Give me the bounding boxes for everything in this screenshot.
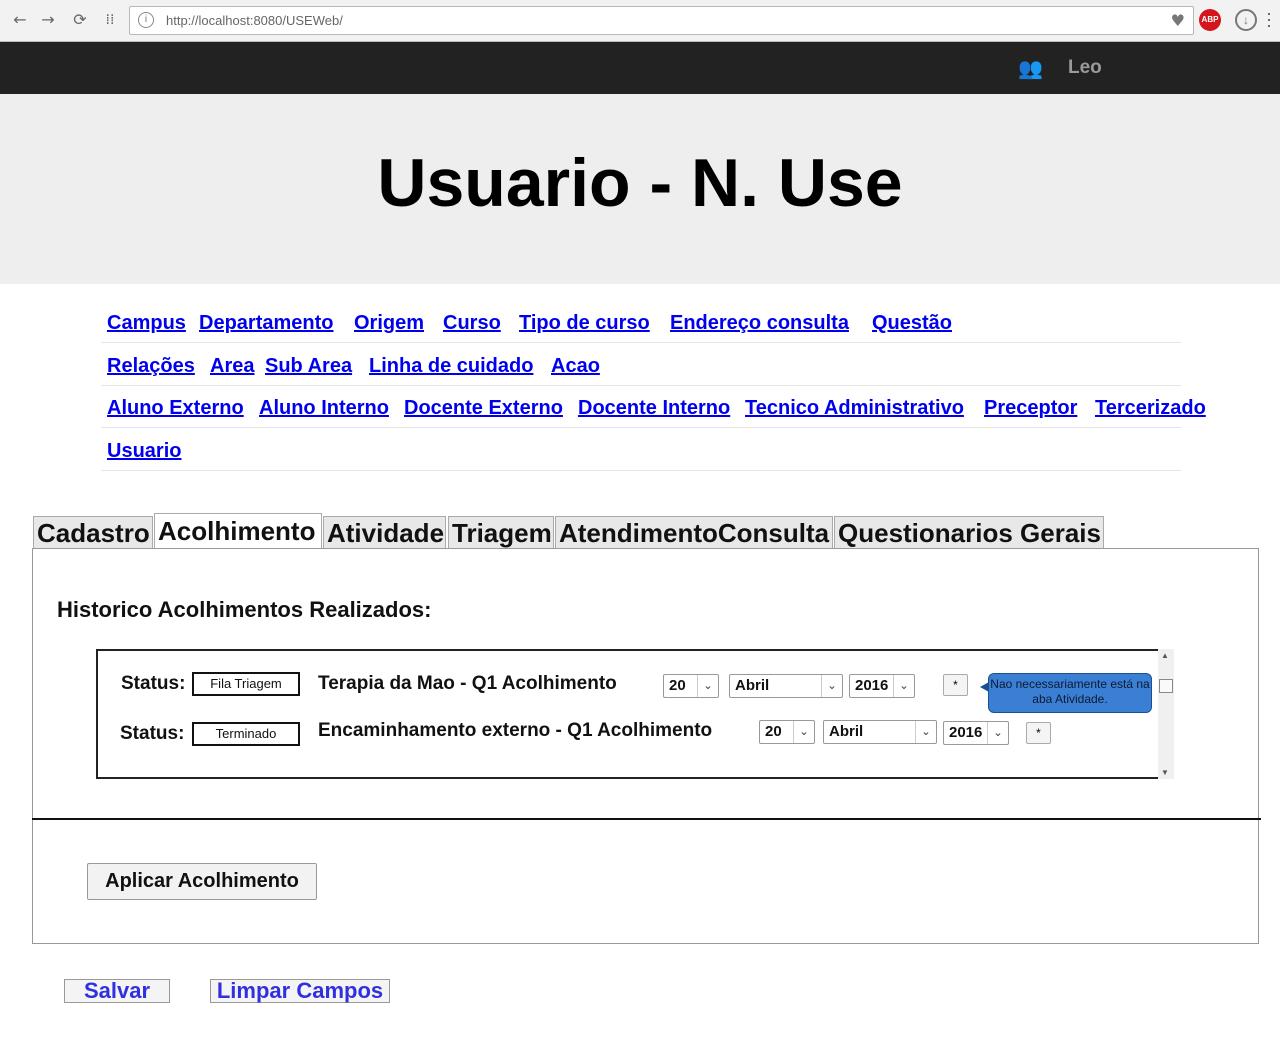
star-button[interactable]: * (943, 674, 968, 696)
site-info-icon[interactable]: i (138, 12, 154, 28)
nav-link-usuario[interactable]: Usuario (107, 440, 181, 463)
scroll-up-icon[interactable]: ▲ (1161, 651, 1169, 660)
history-scrollbar[interactable]: ▲ ▼ (1158, 649, 1174, 779)
url-text[interactable]: http://localhost:8080/USEWeb/ (166, 13, 343, 28)
scroll-thumb[interactable] (1159, 679, 1173, 693)
nav-link-aluno-externo[interactable]: Aluno Externo (107, 397, 244, 420)
clear-fields-button[interactable]: Limpar Campos (210, 979, 390, 1003)
app-topbar: 👥 Leo (0, 42, 1280, 94)
history-heading: Historico Acolhimentos Realizados: (57, 597, 432, 622)
year-value: 2016 (949, 724, 983, 741)
day-value: 20 (765, 723, 782, 740)
apps-grid-icon[interactable]: ⁞⁞ (100, 10, 120, 30)
status-label: Status: (121, 673, 186, 694)
month-select[interactable]: Abril ⌄ (729, 674, 843, 698)
tab-triagem[interactable]: Triagem (448, 516, 554, 548)
chevron-down-icon: ⌄ (893, 675, 914, 697)
nav-link-relacoes[interactable]: Relações (107, 355, 195, 378)
nav-link-origem[interactable]: Origem (354, 312, 424, 335)
nav-link-sub-area[interactable]: Sub Area (265, 355, 352, 378)
tab-atividade[interactable]: Atividade (323, 516, 446, 548)
tab-questionarios-gerais[interactable]: Questionarios Gerais (834, 516, 1104, 548)
nav-link-tercerizado[interactable]: Tercerizado (1095, 397, 1206, 420)
status-field[interactable]: Terminado (192, 722, 300, 746)
chevron-down-icon: ⌄ (793, 721, 814, 743)
nav-link-docente-interno[interactable]: Docente Interno (578, 397, 730, 420)
nav-link-departamento[interactable]: Departamento (199, 312, 333, 335)
nav-link-docente-externo[interactable]: Docente Externo (404, 397, 563, 420)
nav-link-tecnico-administrativo[interactable]: Tecnico Administrativo (745, 397, 964, 420)
reload-icon[interactable]: ⟳ (70, 10, 90, 30)
status-label: Status: (120, 723, 185, 744)
nav-link-tipo-de-curso[interactable]: Tipo de curso (519, 312, 650, 335)
acolhimento-title: Terapia da Mao - Q1 Acolhimento (318, 673, 617, 694)
nav-link-area[interactable]: Area (210, 355, 254, 378)
chevron-down-icon: ⌄ (821, 675, 842, 697)
apply-acolhimento-button[interactable]: Aplicar Acolhimento (87, 863, 317, 900)
users-icon[interactable]: 👥 (1018, 56, 1043, 80)
day-select[interactable]: 20 ⌄ (759, 720, 815, 744)
year-select[interactable]: 2016 ⌄ (849, 674, 915, 698)
nav-row-3: Aluno Externo Aluno Interno Docente Exte… (101, 385, 1206, 428)
tab-cadastro[interactable]: Cadastro (33, 516, 153, 548)
back-icon[interactable]: ← (10, 10, 30, 30)
forward-icon[interactable]: → (38, 10, 58, 30)
tab-acolhimento[interactable]: Acolhimento (154, 513, 322, 549)
nav-link-questao[interactable]: Questão (872, 312, 952, 335)
nav-link-endereco-consulta[interactable]: Endereço consulta (670, 312, 849, 335)
nav-link-acao[interactable]: Acao (551, 355, 600, 378)
status-field[interactable]: Fila Triagem (192, 672, 300, 696)
nav-link-curso[interactable]: Curso (443, 312, 501, 335)
address-bar[interactable]: i http://localhost:8080/USEWeb/ ♥ (129, 6, 1194, 35)
menu-icon[interactable]: · · · (1266, 4, 1272, 34)
chevron-down-icon: ⌄ (987, 722, 1008, 744)
save-button[interactable]: Salvar (64, 979, 170, 1003)
adblock-icon[interactable]: ABP (1199, 9, 1221, 31)
tooltip: Nao necessariamente está na aba Atividad… (980, 673, 1152, 713)
year-value: 2016 (855, 677, 889, 694)
day-value: 20 (669, 677, 686, 694)
nav-row-1: Campus Departamento Origem Curso Tipo de… (101, 300, 1181, 343)
tab-atendimento-consulta[interactable]: AtendimentoConsulta (555, 516, 833, 548)
month-value: Abril (829, 723, 864, 740)
page-title: Usuario - N. Use (377, 145, 903, 221)
nav-row-4: Usuario (101, 428, 1181, 471)
heart-icon[interactable]: ♥ (1171, 11, 1185, 30)
history-list: Status: Fila Triagem Terapia da Mao - Q1… (96, 649, 1174, 779)
chevron-down-icon: ⌄ (915, 721, 936, 743)
nav-row-2: Relações Area Sub Area Linha de cuidado … (101, 343, 1181, 386)
user-name[interactable]: Leo (1068, 57, 1102, 79)
download-icon[interactable]: ↓ (1235, 9, 1257, 31)
chevron-down-icon: ⌄ (697, 675, 718, 697)
nav-link-preceptor[interactable]: Preceptor (984, 397, 1077, 420)
acolhimento-panel: Historico Acolhimentos Realizados: Statu… (32, 548, 1259, 944)
page-header: Usuario - N. Use (0, 94, 1280, 284)
nav-link-campus[interactable]: Campus (107, 312, 186, 335)
month-select[interactable]: Abril ⌄ (823, 720, 937, 744)
nav-link-linha-de-cuidado[interactable]: Linha de cuidado (369, 355, 533, 378)
year-select[interactable]: 2016 ⌄ (943, 721, 1009, 745)
star-button[interactable]: * (1026, 722, 1051, 744)
nav-link-aluno-interno[interactable]: Aluno Interno (259, 397, 389, 420)
divider (32, 818, 1261, 820)
browser-toolbar: ← → ⟳ ⁞⁞ i http://localhost:8080/USEWeb/… (0, 0, 1280, 42)
acolhimento-title: Encaminhamento externo - Q1 Acolhimento (318, 720, 713, 741)
month-value: Abril (735, 677, 770, 694)
day-select[interactable]: 20 ⌄ (663, 674, 719, 698)
scroll-down-icon[interactable]: ▼ (1161, 768, 1169, 777)
